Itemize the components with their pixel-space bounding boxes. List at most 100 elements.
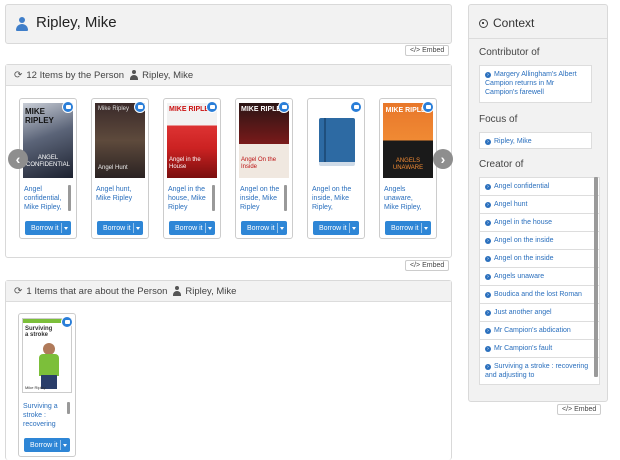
cover-title: Surviving a stroke	[25, 326, 53, 338]
creator-list: › Angel confidential › Angel hunt › Angel i…	[479, 177, 600, 395]
person-icon	[130, 70, 139, 80]
creator-item-label: Angel on the inside	[494, 237, 554, 244]
borrow-button[interactable]: Borrow it	[241, 221, 287, 235]
cover-title: ANGELS UNAWARE	[392, 158, 424, 171]
creator-heading: Creator of	[479, 159, 524, 170]
contributor-item-label: Margery Allingham's Albert Campion retur…	[485, 71, 577, 96]
divider	[205, 223, 206, 233]
carousel-next-button[interactable]: ›	[433, 149, 453, 169]
creator-item-label: Mr Campion's abdication	[494, 327, 571, 334]
list-item[interactable]: MIKE RIPLEY Angel On the Inside Angel on…	[235, 98, 293, 239]
caret-down-icon[interactable]	[352, 227, 356, 230]
scrollbar[interactable]	[594, 177, 598, 377]
list-item[interactable]: Mike Ripley Angel Hunt Angel hunt, Mike …	[91, 98, 149, 239]
borrow-label: Borrow it	[247, 224, 275, 232]
embed-button[interactable]: </> Embed	[557, 404, 602, 415]
item-title-link[interactable]: Angel hunt, Mike Ripley	[96, 185, 140, 217]
borrow-button[interactable]: Borrow it	[169, 221, 215, 235]
creator-item-label: Surviving a stroke : recovering and adju…	[485, 363, 589, 379]
caret-down-icon[interactable]	[63, 444, 67, 447]
borrow-label: Borrow it	[391, 224, 419, 232]
creator-item-label: Just another angel	[494, 309, 552, 316]
contributor-link[interactable]: › Margery Allingham's Albert Campion retu…	[479, 65, 592, 103]
scrollbar[interactable]	[67, 402, 70, 414]
caret-down-icon[interactable]	[424, 227, 428, 230]
book-cover[interactable]: MIKE RIPLEY Angel On the Inside	[239, 103, 289, 178]
book-cover[interactable]: MIKE RIPLEY ANGELS UNAWARE	[383, 103, 433, 178]
creator-item-label: Boudica and the lost Roman	[494, 291, 582, 298]
scrollbar[interactable]	[68, 185, 71, 211]
items-about-person-heading: 1 Items that are about the Person	[26, 285, 168, 297]
creator-list-item[interactable]: › Angel on the inside	[479, 250, 600, 268]
item-title-link[interactable]: Surviving a stroke : recovering and	[23, 402, 67, 428]
chevron-right-icon: ›	[485, 364, 491, 370]
chevron-right-icon: ›	[485, 346, 491, 352]
list-item[interactable]: MIKE RIPLEY ANGEL CONFIDENTIAL Angel con…	[19, 98, 77, 239]
contributor-heading: Contributor of	[479, 47, 540, 58]
borrow-button[interactable]: Borrow it	[313, 221, 359, 235]
borrow-button[interactable]: Borrow it	[385, 221, 431, 235]
refresh-icon: ⟳	[14, 285, 23, 297]
divider	[349, 223, 350, 233]
borrow-button[interactable]: Borrow it	[24, 438, 70, 452]
chevron-right-icon: ›	[485, 202, 491, 208]
creator-list-item[interactable]: › Angel hunt	[479, 196, 600, 214]
list-item[interactable]: MIKE RIPLEY Angel in the House Angel in …	[163, 98, 221, 239]
list-item[interactable]: Angel on the inside, Mike Ripley, Borrow…	[307, 98, 365, 239]
item-title-link[interactable]: Angel on the inside, Mike Ripley	[240, 185, 284, 217]
book-icon	[422, 101, 434, 113]
cover-title: Angel On the Inside	[241, 157, 277, 170]
book-icon	[278, 101, 290, 113]
borrow-button[interactable]: Borrow it	[25, 221, 71, 235]
list-item[interactable]: Surviving a stroke Mike Ripley Surviving…	[18, 313, 76, 457]
generic-book-cover[interactable]	[311, 103, 361, 178]
borrow-label: Borrow it	[103, 224, 131, 232]
book-icon	[62, 101, 74, 113]
creator-item-label: Angels unaware	[494, 273, 545, 280]
cover-author: MIKE RIPLEY	[25, 107, 54, 125]
chevron-right-icon: ›	[485, 238, 491, 244]
embed-button[interactable]: </> Embed	[405, 45, 450, 56]
chevron-right-icon: ›	[485, 328, 491, 334]
caret-down-icon[interactable]	[64, 227, 68, 230]
creator-list-item[interactable]: › Boudica and the lost Roman	[479, 286, 600, 304]
items-by-person-heading: 12 Items by the Person	[26, 69, 125, 81]
book-cover[interactable]: Mike Ripley Angel Hunt	[95, 103, 145, 178]
creator-item-label: Angel in the house	[494, 219, 552, 226]
creator-item-label: Angel hunt	[494, 201, 528, 208]
scrollbar[interactable]	[284, 185, 287, 211]
embed-button[interactable]: </> Embed	[405, 260, 450, 271]
caret-down-icon[interactable]	[136, 227, 140, 230]
scrollbar[interactable]	[212, 185, 215, 211]
book-cover[interactable]: Surviving a stroke Mike Ripley	[22, 318, 72, 393]
creator-list-item[interactable]: › Angel on the inside	[479, 232, 600, 250]
creator-list-item[interactable]: › Mr Campion's fault	[479, 340, 600, 358]
creator-list-item[interactable]: › Mr Campion's abdication	[479, 322, 600, 340]
creator-list-item[interactable]: › Angels unaware	[479, 268, 600, 286]
refresh-icon: ⟳	[14, 69, 23, 81]
creator-item-label: Angel confidential	[494, 183, 550, 190]
carousel-prev-button[interactable]: ‹	[8, 149, 28, 169]
item-title-link[interactable]: Angel in the house, Mike Ripley	[168, 185, 212, 217]
item-title-link[interactable]: Angel confidential, Mike Ripley,	[24, 185, 68, 217]
caret-down-icon[interactable]	[280, 227, 284, 230]
creator-list-item[interactable]: › Just another angel	[479, 304, 600, 322]
borrow-button[interactable]: Borrow it	[97, 221, 143, 235]
divider	[421, 223, 422, 233]
book-cover[interactable]: MIKE RIPLEY ANGEL CONFIDENTIAL	[23, 103, 73, 178]
creator-item-label: Mr Campion's fault	[494, 345, 553, 352]
creator-list-item[interactable]: › Angel in the house	[479, 214, 600, 232]
item-title-link[interactable]: Angel on the inside, Mike Ripley,	[312, 185, 356, 217]
item-title-link[interactable]: Angels unaware, Mike Ripley,	[384, 185, 428, 217]
focus-heading: Focus of	[479, 114, 518, 125]
book-cover[interactable]: MIKE RIPLEY Angel in the House	[167, 103, 217, 178]
chevron-right-icon: ›	[485, 292, 491, 298]
context-panel: Context Contributor of › Margery Allingha…	[468, 4, 608, 402]
creator-list-item[interactable]: › Surviving a stroke : recovering and adj…	[479, 358, 600, 385]
creator-list-item[interactable]: › Angel confidential	[479, 177, 600, 196]
list-item[interactable]: MIKE RIPLEY ANGELS UNAWARE Angels unawar…	[379, 98, 437, 239]
creator-item-label: Angel on the inside	[494, 255, 554, 262]
person-icon	[16, 17, 28, 31]
focus-link[interactable]: › Ripley, Mike	[479, 132, 592, 149]
caret-down-icon[interactable]	[208, 227, 212, 230]
